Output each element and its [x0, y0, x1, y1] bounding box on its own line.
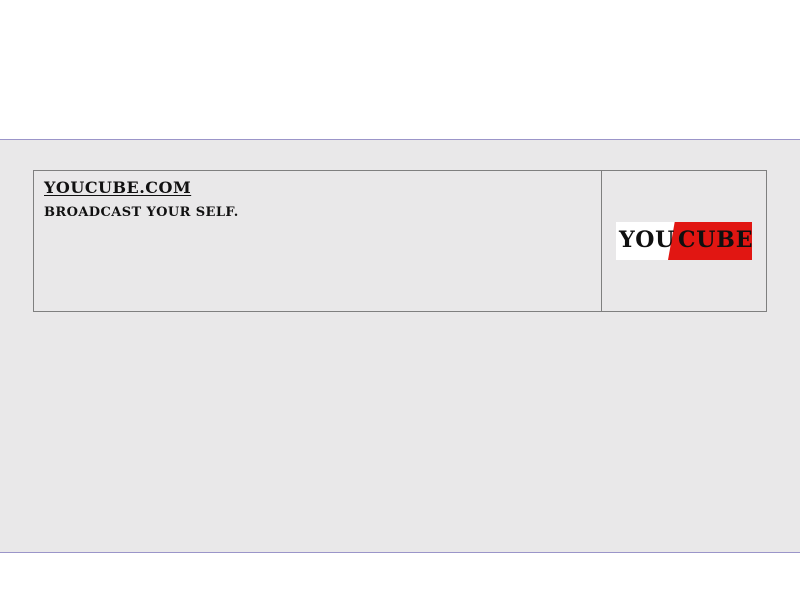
youcube-logo: YOU CUBE — [616, 222, 752, 260]
logo-text-cube: CUBE — [678, 227, 752, 253]
content-band: YOUCUBE.COM BROADCAST YOUR SELF. YOU CUB… — [0, 139, 800, 553]
site-domain-link[interactable]: YOUCUBE.COM — [44, 178, 191, 197]
header-text-area: YOUCUBE.COM BROADCAST YOUR SELF. — [34, 171, 602, 311]
logo-text-you: YOU — [619, 227, 675, 253]
site-tagline: BROADCAST YOUR SELF. — [44, 205, 239, 220]
logo-area: YOU CUBE — [602, 171, 766, 311]
header-card: YOUCUBE.COM BROADCAST YOUR SELF. YOU CUB… — [33, 170, 767, 312]
